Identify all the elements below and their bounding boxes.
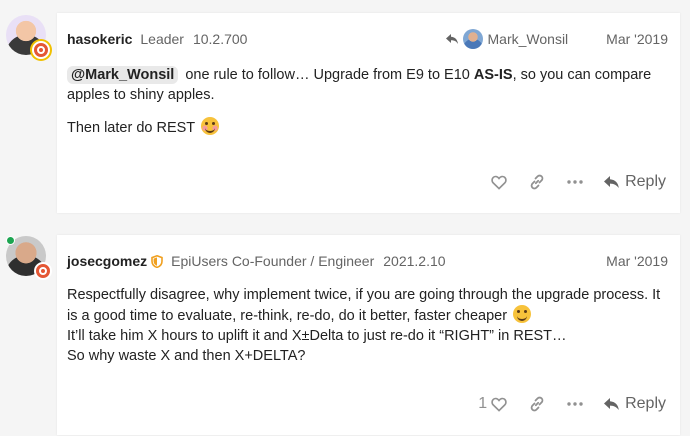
post-paragraph: Then later do REST <box>67 117 668 138</box>
user-version: 2021.2.10 <box>383 253 446 269</box>
avatar-josecgomez[interactable] <box>6 236 52 280</box>
post-text: Respectfully disagree, why implement twi… <box>67 287 661 324</box>
post-content: @Mark_Wonsil one rule to follow… Upgrade… <box>67 65 668 150</box>
post-card: hasokeric Leader 10.2.700 Mark_Wonsil Ma… <box>57 13 680 213</box>
heart-icon <box>491 175 507 190</box>
post-actions: Reply <box>491 171 666 193</box>
smile-emoji-icon <box>200 117 219 135</box>
like-button[interactable] <box>491 171 507 193</box>
wink-emoji-icon <box>513 305 532 323</box>
more-actions-button[interactable] <box>567 393 583 415</box>
reply-button[interactable]: Reply <box>603 171 666 193</box>
flair-badge-icon <box>34 262 52 280</box>
username[interactable]: josecgomez <box>67 253 147 269</box>
ellipsis-icon <box>567 402 583 406</box>
post-text-bold: AS-IS <box>473 67 513 83</box>
reply-arrow-icon <box>445 34 458 44</box>
post-content: Respectfully disagree, why implement twi… <box>67 285 668 366</box>
user-title: Leader <box>140 31 184 47</box>
online-status-indicator <box>6 236 15 245</box>
post-1: hasokeric Leader 10.2.700 Mark_Wonsil Ma… <box>0 0 690 222</box>
like-count[interactable]: 1 <box>478 395 487 413</box>
post-meta: josecgomez EpiUsers Co-Founder / Enginee… <box>67 252 668 270</box>
flair-badge-icon <box>32 41 50 59</box>
post-actions: 1 Reply <box>478 393 666 415</box>
post-card: josecgomez EpiUsers Co-Founder / Enginee… <box>57 235 680 435</box>
post-text: one rule to follow… Upgrade from E9 to E… <box>181 67 474 83</box>
avatar-hasokeric[interactable] <box>6 15 50 59</box>
heart-icon <box>491 397 507 412</box>
like-button[interactable]: 1 <box>478 393 507 415</box>
username[interactable]: hasokeric <box>67 31 132 47</box>
link-icon <box>530 174 544 190</box>
post-meta: hasokeric Leader 10.2.700 Mark_Wonsil Ma… <box>67 29 668 49</box>
reply-button[interactable]: Reply <box>603 393 666 415</box>
post-date[interactable]: Mar '2019 <box>606 31 668 47</box>
post-paragraph: @Mark_Wonsil one rule to follow… Upgrade… <box>67 65 668 105</box>
post-paragraph: Respectfully disagree, why implement twi… <box>67 285 668 366</box>
reply-to-username: Mark_Wonsil <box>487 31 569 47</box>
post-2: josecgomez EpiUsers Co-Founder / Enginee… <box>0 222 690 436</box>
copy-link-button[interactable] <box>529 393 545 415</box>
post-text: Then later do REST <box>67 120 199 136</box>
reply-to-avatar <box>462 29 483 49</box>
post-text: So why waste X and then X+DELTA? <box>67 348 306 364</box>
mention-link[interactable]: @Mark_Wonsil <box>67 66 179 84</box>
reply-icon <box>604 398 619 410</box>
user-title: EpiUsers Co-Founder / Engineer <box>171 253 375 269</box>
reply-icon <box>604 176 619 188</box>
user-version: 10.2.700 <box>192 31 248 47</box>
shield-icon <box>151 254 163 268</box>
copy-link-button[interactable] <box>529 171 545 193</box>
post-date[interactable]: Mar '2019 <box>606 253 668 269</box>
reply-label: Reply <box>625 395 666 412</box>
ellipsis-icon <box>567 180 583 184</box>
post-text: It’ll take him X hours to uplift it and … <box>67 328 567 344</box>
more-actions-button[interactable] <box>567 171 583 193</box>
link-icon <box>530 396 544 412</box>
reply-to-link[interactable]: Mark_Wonsil <box>445 29 569 49</box>
reply-label: Reply <box>625 173 666 190</box>
